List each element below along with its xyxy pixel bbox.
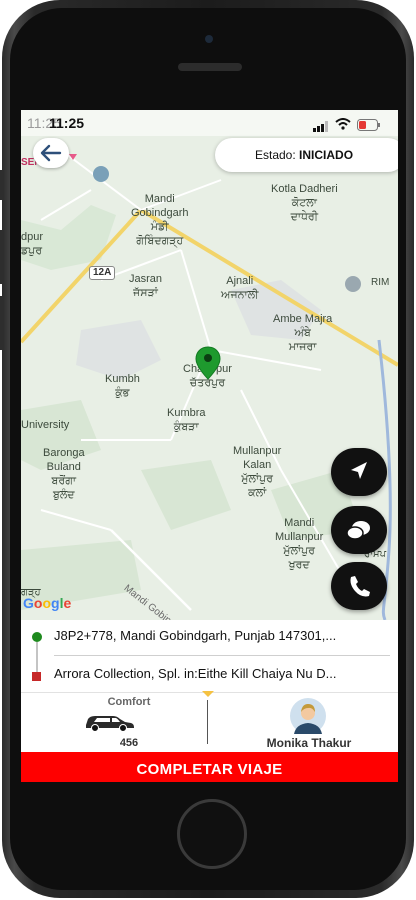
- pickup-marker-icon[interactable]: [195, 346, 221, 380]
- app-screen: 11:25 SEN Mandi Gobindgarh ਮੰਡੀ ਗੋਬਿੰਦਗੜ…: [21, 110, 398, 782]
- map-label-kotla-dadheri: Kotla Dadheri ਕੋਟਲਾ ਦਾਧੇਰੀ: [271, 183, 338, 223]
- map-label-university: University: [21, 419, 70, 431]
- status-value: INICIADO: [299, 148, 354, 162]
- pickup-address[interactable]: J8P2+778, Mandi Gobindgarh, Punjab 14730…: [54, 628, 390, 643]
- map-label-ambe-majra: Ambe Majra ਅੰਬੇ ਮਾਜਰਾ: [273, 313, 333, 353]
- front-camera: [205, 35, 213, 43]
- battery-icon: [357, 118, 381, 136]
- chat-button[interactable]: [331, 506, 387, 554]
- map-label-mandi-mullanpur: Mandi Mullanpur ਮੁੱਲਾਂਪੁਰ ਖੁਰਦ: [275, 517, 324, 571]
- status-label: Estado:: [255, 148, 296, 162]
- status-time: 11:25: [49, 115, 85, 131]
- map-label-kumbra: Kumbra ਕੁੰਬੜਾ: [167, 407, 206, 433]
- navigation-arrow-icon: [351, 462, 367, 479]
- route-connector-icon: [32, 632, 42, 681]
- status-bar: 11:25: [21, 110, 398, 136]
- map-label-kumbh: Kumbh ਕੁੰਭ: [105, 373, 140, 399]
- volume-down-button: [0, 296, 4, 350]
- route-12a-badge: 12A: [89, 266, 116, 280]
- map-label-ajnali: Ajnali ਅਜਨਾਲੀ: [221, 275, 259, 301]
- home-button[interactable]: [177, 799, 247, 869]
- navigate-button[interactable]: [331, 448, 387, 496]
- map-label-rim: RIM: [371, 277, 390, 288]
- earpiece-speaker: [178, 63, 242, 71]
- map-label-baronga-buland: Baronga Buland ਬਰੋਂਗਾ ਬੁਲੰਦ: [43, 447, 85, 501]
- map-label-mullanpur-kalan: Mullanpur Kalan ਮੁੱਲਾਂਪੁਰ ਕਲਾਂ: [233, 445, 282, 499]
- collapse-handle-icon[interactable]: [201, 690, 215, 698]
- phone-icon: [350, 576, 370, 597]
- driver-avatar[interactable]: [288, 698, 328, 734]
- signal-icon: [313, 119, 329, 137]
- mute-switch: [0, 170, 4, 200]
- volume-up-button: [0, 230, 4, 284]
- back-button[interactable]: [33, 138, 69, 168]
- call-button[interactable]: [331, 562, 387, 610]
- map-label-dpur: dpur ਡਪੁਰ: [21, 231, 44, 257]
- info-divider: [207, 700, 208, 744]
- arrow-left-icon: [40, 144, 62, 162]
- car-icon: [86, 716, 134, 732]
- google-logo: Google: [23, 595, 72, 611]
- dropoff-address[interactable]: Arrora Collection, Spl. in:Eithe Kill Ch…: [54, 666, 390, 681]
- vehicle-number: 456: [119, 737, 139, 749]
- trip-status-pill: Estado: INICIADO: [215, 138, 398, 172]
- chat-bubbles-icon: [346, 521, 370, 540]
- wifi-icon: [335, 117, 351, 135]
- address-divider: [54, 655, 390, 656]
- vehicle-category: Comfort: [107, 696, 151, 708]
- map-label-jasran: Jasran ਜੱਸੜਾਂ: [129, 273, 163, 299]
- driver-name: Monika Thakur: [266, 736, 352, 750]
- map-label-mandi-gobindgarh: Mandi Gobindgarh ਮੰਡੀ ਗੋਬਿੰਦਗੜ੍ਹ: [131, 193, 189, 247]
- complete-trip-button[interactable]: COMPLETAR VIAJE: [21, 752, 398, 782]
